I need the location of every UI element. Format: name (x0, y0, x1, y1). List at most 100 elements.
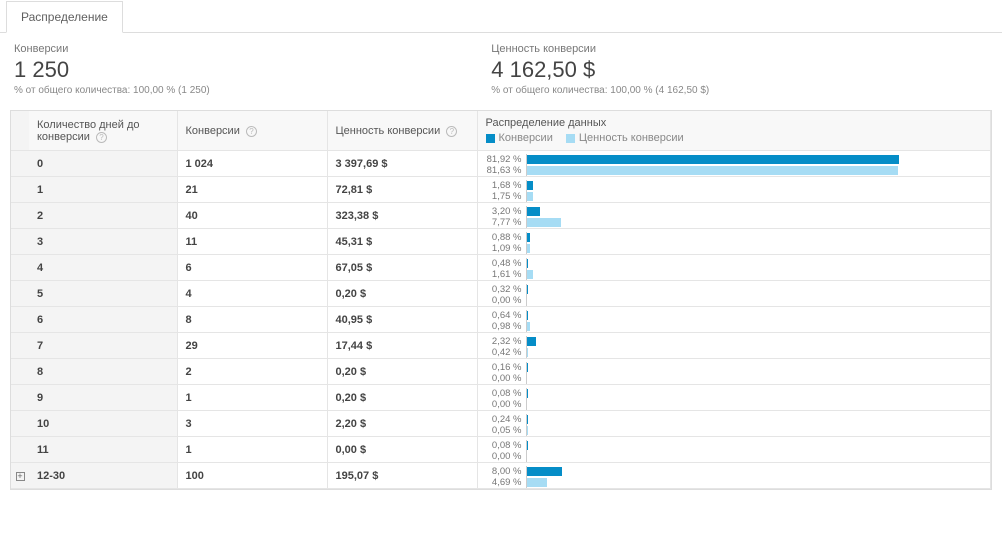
bar-conversions (526, 415, 529, 424)
expand-cell (11, 307, 29, 333)
bar-row-conversions: 0,48 % (486, 258, 983, 269)
bar-row-conversions: 0,64 % (486, 310, 983, 321)
summary-value-value: 4 162,50 $ (491, 57, 968, 83)
cell-value: 0,20 $ (327, 359, 477, 385)
col-header-conversions[interactable]: Конверсии ? (177, 111, 327, 151)
bar-conversions (526, 181, 534, 190)
cell-value: 2,20 $ (327, 411, 477, 437)
bar-conversions (526, 259, 529, 268)
bar-value (526, 348, 529, 357)
cell-conversions: 1 (177, 385, 327, 411)
summary-conversions-sub: % от общего количества: 100,00 % (1 250) (14, 85, 491, 96)
cell-distribution: 8,00 %4,69 % (477, 463, 991, 489)
cell-conversions: 2 (177, 359, 327, 385)
expand-cell (11, 281, 29, 307)
bar-label-conversions: 3,20 % (486, 206, 526, 217)
legend-swatch-conversions (486, 134, 495, 143)
expand-cell[interactable]: + (11, 463, 29, 489)
cell-value: 195,07 $ (327, 463, 477, 489)
cell-conversions: 1 024 (177, 151, 327, 177)
col-header-days[interactable]: Количество дней до конверсии ? (29, 111, 177, 151)
cell-distribution: 0,48 %1,61 % (477, 255, 991, 281)
cell-distribution: 1,68 %1,75 % (477, 177, 991, 203)
cell-distribution: 0,24 %0,05 % (477, 411, 991, 437)
cell-conversions: 40 (177, 203, 327, 229)
bar-row-value: 0,42 % (486, 347, 983, 358)
bar-conversions (526, 207, 541, 216)
help-icon[interactable]: ? (446, 126, 457, 137)
cell-conversions: 6 (177, 255, 327, 281)
bar-label-value: 0,98 % (486, 321, 526, 332)
bar-label-value: 1,61 % (486, 269, 526, 280)
bar-conversions (526, 155, 900, 164)
help-icon[interactable]: ? (246, 126, 257, 137)
plus-icon[interactable]: + (16, 472, 25, 481)
summary-value-sub: % от общего количества: 100,00 % (4 162,… (491, 85, 968, 96)
cell-value: 0,00 $ (327, 437, 477, 463)
expand-cell (11, 359, 29, 385)
expand-cell (11, 229, 29, 255)
bar-label-value: 1,09 % (486, 243, 526, 254)
col-header-distribution: Распределение данных Конверсии Ценность … (477, 111, 991, 151)
bar-row-conversions: 0,16 % (486, 362, 983, 373)
col-header-value-text: Ценность конверсии (336, 125, 441, 137)
bar-value (526, 270, 533, 279)
cell-days: 10 (29, 411, 177, 437)
bar-value (526, 218, 561, 227)
expand-cell (11, 385, 29, 411)
bar-label-conversions: 1,68 % (486, 180, 526, 191)
cell-days: 1 (29, 177, 177, 203)
cell-distribution: 0,08 %0,00 % (477, 437, 991, 463)
bar-conversions (526, 363, 529, 372)
bar-row-value: 0,00 % (486, 295, 983, 306)
cell-distribution: 0,88 %1,09 % (477, 229, 991, 255)
cell-value: 17,44 $ (327, 333, 477, 359)
tab-distribution[interactable]: Распределение (6, 1, 123, 33)
cell-distribution: 3,20 %7,77 % (477, 203, 991, 229)
bar-label-conversions: 81,92 % (486, 154, 526, 165)
data-table: Количество дней до конверсии ? Конверсии… (10, 110, 992, 490)
cell-value: 0,20 $ (327, 281, 477, 307)
bar-label-value: 4,69 % (486, 477, 526, 488)
bar-value (526, 478, 547, 487)
cell-value: 0,20 $ (327, 385, 477, 411)
bar-value (526, 166, 899, 175)
cell-conversions: 100 (177, 463, 327, 489)
bar-row-value: 4,69 % (486, 477, 983, 488)
legend-label-value: Ценность конверсии (579, 132, 684, 144)
cell-days: 8 (29, 359, 177, 385)
bar-row-value: 0,98 % (486, 321, 983, 332)
bar-row-conversions: 0,24 % (486, 414, 983, 425)
summary-value-label: Ценность конверсии (491, 43, 968, 55)
bar-row-conversions: 0,08 % (486, 388, 983, 399)
table-row: 72917,44 $2,32 %0,42 % (11, 333, 991, 359)
expand-cell (11, 151, 29, 177)
bar-conversions (526, 467, 563, 476)
legend-label-conversions: Конверсии (499, 132, 553, 144)
bar-label-conversions: 0,64 % (486, 310, 526, 321)
cell-value: 40,95 $ (327, 307, 477, 333)
bar-row-value: 1,61 % (486, 269, 983, 280)
table-row: 12172,81 $1,68 %1,75 % (11, 177, 991, 203)
bar-row-value: 0,00 % (486, 451, 983, 462)
table-row: 240323,38 $3,20 %7,77 % (11, 203, 991, 229)
bar-label-value: 0,00 % (486, 373, 526, 384)
bar-row-value: 1,75 % (486, 191, 983, 202)
expand-cell (11, 203, 29, 229)
bar-label-value: 0,05 % (486, 425, 526, 436)
table-row: 01 0243 397,69 $81,92 %81,63 % (11, 151, 991, 177)
bar-label-value: 0,00 % (486, 295, 526, 306)
bar-row-conversions: 3,20 % (486, 206, 983, 217)
bar-row-conversions: 0,08 % (486, 440, 983, 451)
cell-value: 3 397,69 $ (327, 151, 477, 177)
cell-distribution: 0,64 %0,98 % (477, 307, 991, 333)
summary-conversions: Конверсии 1 250 % от общего количества: … (14, 43, 491, 96)
col-header-value[interactable]: Ценность конверсии ? (327, 111, 477, 151)
expand-cell (11, 177, 29, 203)
cell-conversions: 29 (177, 333, 327, 359)
cell-days: 7 (29, 333, 177, 359)
cell-value: 72,81 $ (327, 177, 477, 203)
help-icon[interactable]: ? (96, 132, 107, 143)
cell-days: 12-30 (29, 463, 177, 489)
col-expand (11, 111, 29, 151)
